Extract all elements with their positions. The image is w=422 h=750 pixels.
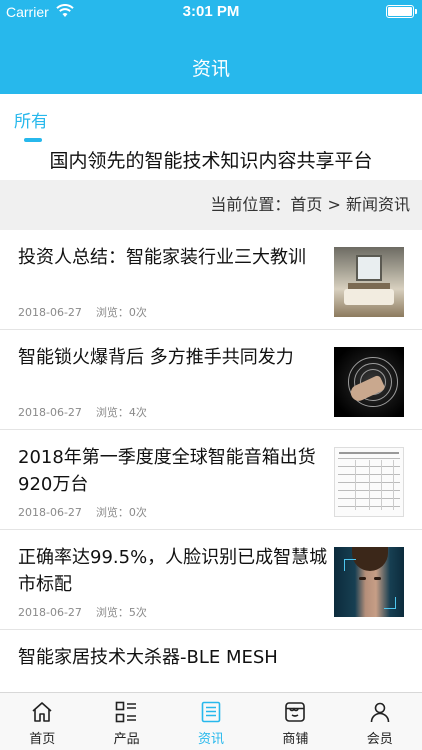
- breadcrumb-current[interactable]: 新闻资讯: [346, 195, 410, 214]
- user-icon: [370, 702, 389, 723]
- news-meta: 2018-06-27 浏览：5次: [18, 604, 147, 620]
- tabbar-products[interactable]: 产品: [84, 693, 168, 750]
- news-date: 2018-06-27: [18, 606, 82, 619]
- breadcrumb: 当前位置：首页 > 新闻资讯: [0, 180, 422, 230]
- news-item[interactable]: 2018年第一季度度全球智能音箱出货920万台 2018-06-27 浏览：0次: [0, 430, 422, 530]
- tabbar-member[interactable]: 会员: [338, 693, 422, 750]
- news-item[interactable]: 正确率达99.5%，人脸识别已成智慧城市标配 2018-06-27 浏览：5次: [0, 530, 422, 630]
- tabbar-home[interactable]: 首页: [0, 693, 84, 750]
- news-title[interactable]: 智能锁火爆背后 多方推手共同发力: [18, 344, 328, 371]
- tabbar-label: 会员: [366, 732, 393, 747]
- news-thumbnail-bedroom[interactable]: [334, 247, 404, 317]
- bottom-tab-bar: 首页 产品 资讯 商铺 会员: [0, 692, 422, 750]
- tabbar-label: 产品: [113, 732, 140, 747]
- tab-active-indicator: [24, 138, 42, 142]
- news-title[interactable]: 智能家居技术大杀器-BLE MESH: [18, 644, 408, 671]
- status-bar: Carrier 3:01 PM: [0, 0, 422, 24]
- breadcrumb-prefix: 当前位置：: [210, 195, 291, 214]
- page-title: 资讯: [191, 58, 230, 80]
- breadcrumb-path: 当前位置：首页 > 新闻资讯: [210, 180, 410, 230]
- status-time: 3:01 PM: [182, 3, 240, 20]
- tabbar-label: 资讯: [197, 732, 224, 747]
- news-thumbnail-face-recognition[interactable]: [334, 547, 404, 617]
- grid-list-icon: [116, 701, 137, 723]
- news-meta: 2018-06-27 浏览：4次: [18, 404, 147, 420]
- news-item[interactable]: 投资人总结：智能家装行业三大教训 2018-06-27 浏览：0次: [0, 230, 422, 330]
- news-meta: 2018-06-27 浏览：0次: [18, 304, 147, 320]
- news-title[interactable]: 投资人总结：智能家装行业三大教训: [18, 244, 328, 271]
- news-item[interactable]: 智能家居技术大杀器-BLE MESH: [0, 630, 422, 692]
- tabbar-label: 首页: [29, 732, 56, 747]
- breadcrumb-home-link[interactable]: 首页: [290, 195, 322, 214]
- tabbar-label: 商铺: [282, 732, 309, 747]
- breadcrumb-separator: >: [322, 195, 346, 214]
- document-icon: [201, 701, 221, 723]
- tabbar-news[interactable]: 资讯: [169, 693, 253, 750]
- news-date: 2018-06-27: [18, 306, 82, 319]
- news-thumbnail-fingerprint[interactable]: [334, 347, 404, 417]
- slogan-text: 国内领先的智能技术知识内容共享平台: [49, 150, 373, 172]
- app-screen: Carrier 3:01 PM 资讯 所有 国内领先的智能技术知识内容共享平台 …: [0, 0, 422, 750]
- tabbar-store[interactable]: 商铺: [253, 693, 337, 750]
- news-list: 投资人总结：智能家装行业三大教训 2018-06-27 浏览：0次 智能锁火爆背后…: [0, 230, 422, 692]
- battery-icon: [386, 5, 417, 18]
- news-item[interactable]: 智能锁火爆背后 多方推手共同发力 2018-06-27 浏览：4次: [0, 330, 422, 430]
- category-tabs: 所有: [0, 94, 422, 146]
- news-thumbnail-data-table[interactable]: [334, 447, 404, 517]
- header: Carrier 3:01 PM 资讯: [0, 0, 422, 94]
- news-views: 浏览：0次: [95, 306, 147, 319]
- news-date: 2018-06-27: [18, 506, 82, 519]
- news-title[interactable]: 2018年第一季度度全球智能音箱出货920万台: [18, 444, 328, 498]
- news-date: 2018-06-27: [18, 406, 82, 419]
- home-icon: [32, 702, 52, 722]
- news-meta: 2018-06-27 浏览：0次: [18, 504, 147, 520]
- news-views: 浏览：4次: [95, 406, 147, 419]
- tab-all[interactable]: 所有: [14, 107, 48, 132]
- news-title[interactable]: 正确率达99.5%，人脸识别已成智慧城市标配: [18, 544, 328, 598]
- store-icon: [285, 702, 305, 722]
- news-views: 浏览：0次: [95, 506, 147, 519]
- news-views: 浏览：5次: [95, 606, 147, 619]
